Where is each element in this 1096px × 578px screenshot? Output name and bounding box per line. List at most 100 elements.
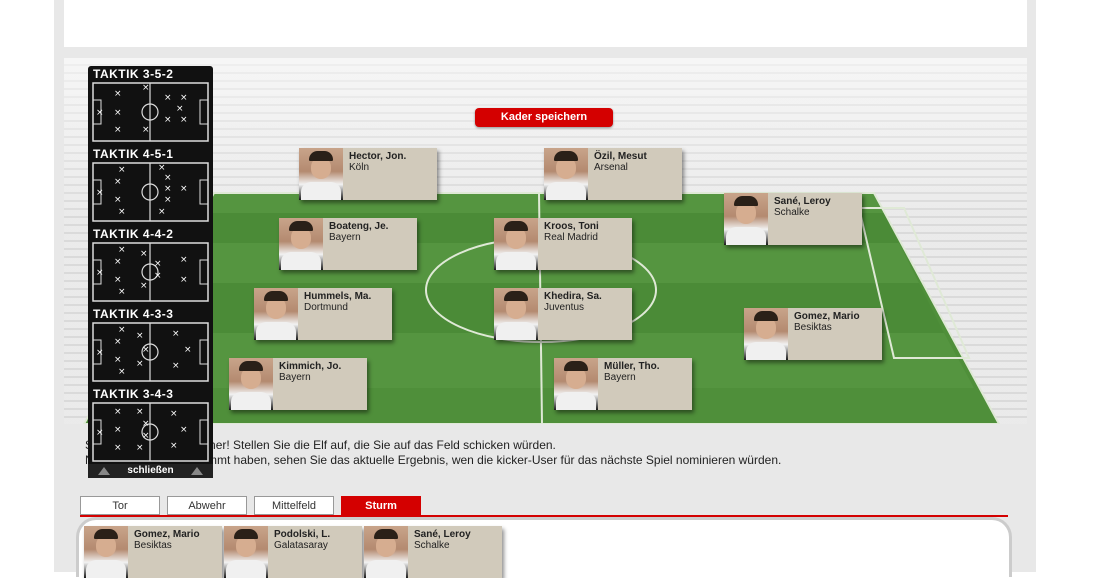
player-name: Kimmich, Jo. xyxy=(279,361,342,372)
player-card[interactable]: Kroos, Toni Real Madrid xyxy=(494,218,632,270)
player-name: Podolski, L. xyxy=(274,529,331,540)
svg-text:×: × xyxy=(114,443,122,453)
svg-text:×: × xyxy=(180,184,188,194)
svg-text:×: × xyxy=(172,329,180,339)
tactic-3-5-2[interactable]: TAKTIK 3-5-2 × × × × × × × × × × × xyxy=(88,66,213,145)
triangle-up-icon xyxy=(191,467,203,475)
svg-text:×: × xyxy=(114,275,122,285)
player-card[interactable]: Hector, Jon. Köln xyxy=(299,148,437,200)
svg-text:×: × xyxy=(154,271,162,281)
tactic-4-5-1[interactable]: TAKTIK 4-5-1 × × × × × × × × × × × xyxy=(88,146,213,225)
svg-text:×: × xyxy=(180,275,188,285)
svg-text:×: × xyxy=(114,108,122,118)
player-card[interactable]: Sané, Leroy Schalke xyxy=(364,526,502,578)
player-club: Besiktas xyxy=(134,540,172,551)
player-card[interactable]: Podolski, L. Galatasaray xyxy=(224,526,362,578)
player-card[interactable]: Boateng, Je. Bayern xyxy=(279,218,417,270)
player-photo xyxy=(724,193,768,245)
tactics-close-button[interactable]: schließen xyxy=(88,464,213,478)
svg-text:×: × xyxy=(172,361,180,371)
player-club: Köln xyxy=(349,162,370,173)
svg-text:×: × xyxy=(180,93,188,103)
player-photo xyxy=(84,526,128,578)
svg-text:×: × xyxy=(114,125,122,135)
tactic-board-icon: ××××××××××× xyxy=(92,162,209,222)
svg-text:×: × xyxy=(142,345,150,355)
tactic-4-3-3[interactable]: TAKTIK 4-3-3 × × × × × × × × × × × xyxy=(88,306,213,385)
svg-text:×: × xyxy=(118,367,126,377)
player-card[interactable]: Özil, Mesut Arsenal xyxy=(544,148,682,200)
tab-tor[interactable]: Tor xyxy=(80,496,160,515)
svg-text:×: × xyxy=(114,407,122,417)
svg-text:×: × xyxy=(96,188,104,198)
player-card[interactable]: Sané, Leroy Schalke xyxy=(724,193,862,245)
svg-text:×: × xyxy=(96,428,104,438)
svg-text:×: × xyxy=(118,245,126,255)
svg-text:×: × xyxy=(114,177,122,187)
svg-text:×: × xyxy=(118,165,126,175)
svg-text:×: × xyxy=(164,195,172,205)
player-name: Sané, Leroy xyxy=(774,196,831,207)
player-photo xyxy=(364,526,408,578)
svg-text:×: × xyxy=(142,431,150,441)
svg-text:×: × xyxy=(136,359,144,369)
player-card[interactable]: Hummels, Ma. Dortmund xyxy=(254,288,392,340)
svg-text:×: × xyxy=(96,268,104,278)
player-photo xyxy=(279,218,323,270)
player-club: Arsenal xyxy=(594,162,628,173)
save-squad-button[interactable]: Kader speichern xyxy=(475,108,613,127)
tactics-panel: TAKTIK 3-5-2 × × × × × × × × × × × TAKTIK 4-5-1 × ×… xyxy=(88,66,213,478)
player-card[interactable]: Müller, Tho. Bayern xyxy=(554,358,692,410)
player-card[interactable]: Khedira, Sa. Juventus xyxy=(494,288,632,340)
player-name: Gomez, Mario xyxy=(794,311,860,322)
player-club: Schalke xyxy=(774,207,810,218)
tab-sturm[interactable]: Sturm xyxy=(341,496,421,515)
svg-text:×: × xyxy=(114,425,122,435)
tab-abwehr[interactable]: Abwehr xyxy=(167,496,247,515)
player-photo xyxy=(229,358,273,410)
svg-text:×: × xyxy=(136,443,144,453)
tab-mittelfeld[interactable]: Mittelfeld xyxy=(254,496,334,515)
player-name: Sané, Leroy xyxy=(414,529,471,540)
player-name: Müller, Tho. xyxy=(604,361,660,372)
svg-text:×: × xyxy=(170,441,178,451)
player-card[interactable]: Gomez, Mario Besiktas xyxy=(744,308,882,360)
player-club: Schalke xyxy=(414,540,450,551)
svg-text:×: × xyxy=(136,331,144,341)
tactic-3-4-3[interactable]: TAKTIK 3-4-3 × × × × × × × × × × × xyxy=(88,386,213,465)
svg-text:×: × xyxy=(180,255,188,265)
player-name: Hector, Jon. xyxy=(349,151,407,162)
svg-text:×: × xyxy=(96,348,104,358)
player-name: Gomez, Mario xyxy=(134,529,200,540)
player-club: Real Madrid xyxy=(544,232,598,243)
tactic-label: TAKTIK 4-4-2 xyxy=(93,227,174,241)
tactic-label: TAKTIK 3-4-3 xyxy=(93,387,174,401)
svg-text:×: × xyxy=(114,89,122,99)
player-card[interactable]: Gomez, Mario Besiktas xyxy=(84,526,222,578)
player-photo xyxy=(744,308,788,360)
svg-text:×: × xyxy=(142,125,150,135)
svg-text:×: × xyxy=(170,409,178,419)
player-club: Dortmund xyxy=(304,302,348,313)
svg-text:×: × xyxy=(136,407,144,417)
svg-text:×: × xyxy=(114,355,122,365)
player-club: Galatasaray xyxy=(274,540,328,551)
svg-text:×: × xyxy=(164,115,172,125)
player-photo xyxy=(299,148,343,200)
player-card[interactable]: Kimmich, Jo. Bayern xyxy=(229,358,367,410)
tactic-4-4-2[interactable]: TAKTIK 4-4-2 × × × × × × × × × × × xyxy=(88,226,213,305)
player-club: Bayern xyxy=(329,232,361,243)
svg-text:×: × xyxy=(118,325,126,335)
svg-text:×: × xyxy=(176,104,184,114)
svg-text:×: × xyxy=(154,259,162,269)
svg-text:×: × xyxy=(184,345,192,355)
tactic-board-icon: ××××××××××× xyxy=(92,82,209,142)
svg-text:×: × xyxy=(140,249,148,259)
player-photo xyxy=(254,288,298,340)
svg-text:×: × xyxy=(142,419,150,429)
top-panel xyxy=(64,0,1027,47)
player-name: Özil, Mesut xyxy=(594,151,647,162)
player-name: Khedira, Sa. xyxy=(544,291,602,302)
svg-text:×: × xyxy=(114,337,122,347)
svg-text:×: × xyxy=(158,163,166,173)
